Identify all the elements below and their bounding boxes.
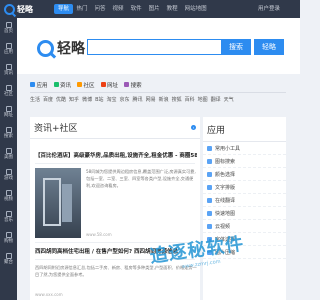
- article-source: www.xxx.com: [35, 292, 63, 297]
- keyword-link[interactable]: 京东: [120, 96, 130, 103]
- news-panel-header: 资讯+社区 ›: [30, 117, 200, 139]
- link-icon: [100, 82, 106, 87]
- link-icon: [5, 106, 12, 112]
- divider: [35, 163, 195, 164]
- sidebar-item[interactable]: 聚合: [0, 249, 17, 270]
- top-nav-item[interactable]: 软件: [127, 0, 145, 18]
- article-source: www.58.com: [86, 232, 112, 237]
- tool-icon: [207, 197, 212, 203]
- keyword-link[interactable]: B站: [95, 96, 103, 103]
- tab-links[interactable]: 网址: [100, 81, 118, 89]
- community-icon: [5, 85, 12, 91]
- login-link[interactable]: 用户登录: [258, 0, 280, 18]
- top-nav-item[interactable]: 视频: [109, 0, 127, 18]
- top-nav-item[interactable]: 导航: [54, 4, 74, 14]
- logo-icon: [4, 3, 15, 15]
- keyword-link[interactable]: 地图: [198, 96, 208, 103]
- keyword-link[interactable]: 淘宝: [107, 96, 117, 103]
- keyword-link[interactable]: 知乎: [69, 96, 79, 103]
- search-header: 轻略 搜索 轻略: [17, 18, 300, 74]
- search-button[interactable]: 搜索: [221, 39, 251, 55]
- top-nav-item[interactable]: 热门: [73, 0, 91, 18]
- news-icon: [53, 82, 59, 87]
- keyword-link[interactable]: 生活: [30, 96, 40, 103]
- top-bar: 轻略 导航 热门 问答 视频 软件 图片 教程 网站地图 用户登录: [0, 0, 300, 18]
- logo-text: 轻略: [17, 4, 33, 14]
- sidebar-item[interactable]: 首页: [0, 18, 17, 39]
- article-excerpt: 58同城为您提供周边租房信息,覆盖范围广泛,房源真实可靠,包括一室、二室、三室、…: [86, 169, 196, 188]
- tab-community[interactable]: 社区: [77, 81, 95, 89]
- sidebar-item[interactable]: 游戏: [0, 165, 17, 186]
- sidebar-item[interactable]: 购物: [0, 228, 17, 249]
- keyword-link[interactable]: 百度: [43, 96, 53, 103]
- app-icon: [5, 43, 12, 49]
- apps-panel-title: 应用: [207, 125, 226, 136]
- keyword-link[interactable]: 新浪: [159, 96, 169, 103]
- main-logo-text: 轻略: [57, 41, 85, 57]
- tool-icon: [207, 210, 212, 216]
- apps-icon: [30, 82, 35, 87]
- sidebar-item[interactable]: 美图: [0, 144, 17, 165]
- search-icon: [5, 127, 12, 133]
- sidebar: 首页 应用 资讯 社区 网址 搜索 美图 游戏 视频 音乐 购物 聚合: [0, 18, 17, 300]
- apps-panel-header: 应用: [203, 117, 286, 142]
- keyword-link[interactable]: 优酷: [56, 96, 66, 103]
- top-nav-item[interactable]: 网站地图: [181, 0, 210, 18]
- sidebar-item[interactable]: 网址: [0, 102, 17, 123]
- sidebar-item[interactable]: 视频: [0, 186, 17, 207]
- article-thumbnail[interactable]: [35, 168, 81, 238]
- sidebar-item[interactable]: 资讯: [0, 60, 17, 81]
- app-list-item[interactable]: 常用小工具: [203, 142, 286, 155]
- keyword-link[interactable]: 腾讯: [133, 96, 143, 103]
- app-list-item[interactable]: 在线翻译: [203, 194, 286, 207]
- keyword-link[interactable]: 搜狐: [172, 96, 182, 103]
- tool-icon: [207, 171, 212, 177]
- search-icon: [124, 82, 130, 87]
- keyword-link[interactable]: 微博: [82, 96, 92, 103]
- tool-icon: [207, 223, 212, 229]
- image-icon: [5, 148, 12, 154]
- sidebar-item[interactable]: 音乐: [0, 207, 17, 228]
- top-nav: 导航 热门 问答 视频 软件 图片 教程 网站地图: [54, 0, 210, 18]
- site-logo[interactable]: 轻略: [4, 3, 54, 15]
- more-icon[interactable]: ›: [191, 125, 196, 130]
- keyword-links: 生活 百度 优酷 知乎 微博 B站 淘宝 京东 腾讯 网易 新浪 搜狐 百科 地…: [30, 96, 286, 103]
- main-logo[interactable]: 轻略: [37, 38, 85, 58]
- tool-icon: [207, 158, 212, 164]
- sidebar-item[interactable]: 应用: [0, 39, 17, 60]
- category-tabs: 应用 资讯 社区 网址 搜索: [30, 78, 286, 91]
- news-icon: [5, 64, 12, 70]
- top-nav-item[interactable]: 教程: [163, 0, 181, 18]
- keyword-link[interactable]: 翻译: [211, 96, 221, 103]
- logo-icon: [37, 39, 54, 57]
- divider: [30, 92, 286, 93]
- news-panel-title: 资讯+社区: [34, 124, 78, 134]
- alt-search-button[interactable]: 轻略: [254, 39, 284, 55]
- app-list-item[interactable]: 文字排版: [203, 181, 286, 194]
- sidebar-item[interactable]: 社区: [0, 81, 17, 102]
- tab-search[interactable]: 搜索: [124, 81, 142, 89]
- tool-icon: [207, 145, 212, 151]
- app-list-item[interactable]: 颜色选择: [203, 168, 286, 181]
- app-list-item[interactable]: 快速地图: [203, 207, 286, 220]
- keyword-link[interactable]: 天气: [224, 96, 234, 103]
- top-nav-item[interactable]: 问答: [91, 0, 109, 18]
- music-icon: [5, 211, 12, 217]
- top-nav-item[interactable]: 图片: [145, 0, 163, 18]
- keyword-link[interactable]: 网易: [146, 96, 156, 103]
- tab-apps[interactable]: 应用: [30, 81, 48, 89]
- grid-icon: [5, 253, 12, 259]
- tool-icon: [207, 184, 212, 190]
- cart-icon: [5, 232, 12, 238]
- game-icon: [5, 169, 12, 175]
- app-list-item[interactable]: 图标搜索: [203, 155, 286, 168]
- article-title[interactable]: 【百比伦酒店】高级豪华房,品质出租,设施齐全,租金优惠 - 商圈58同城: [35, 152, 197, 160]
- home-icon: [5, 22, 12, 28]
- search-input[interactable]: [87, 39, 221, 55]
- keyword-link[interactable]: 百科: [185, 96, 195, 103]
- video-icon: [5, 190, 12, 196]
- tab-news[interactable]: 资讯: [53, 81, 71, 89]
- sidebar-item[interactable]: 搜索: [0, 123, 17, 144]
- community-icon: [77, 82, 83, 87]
